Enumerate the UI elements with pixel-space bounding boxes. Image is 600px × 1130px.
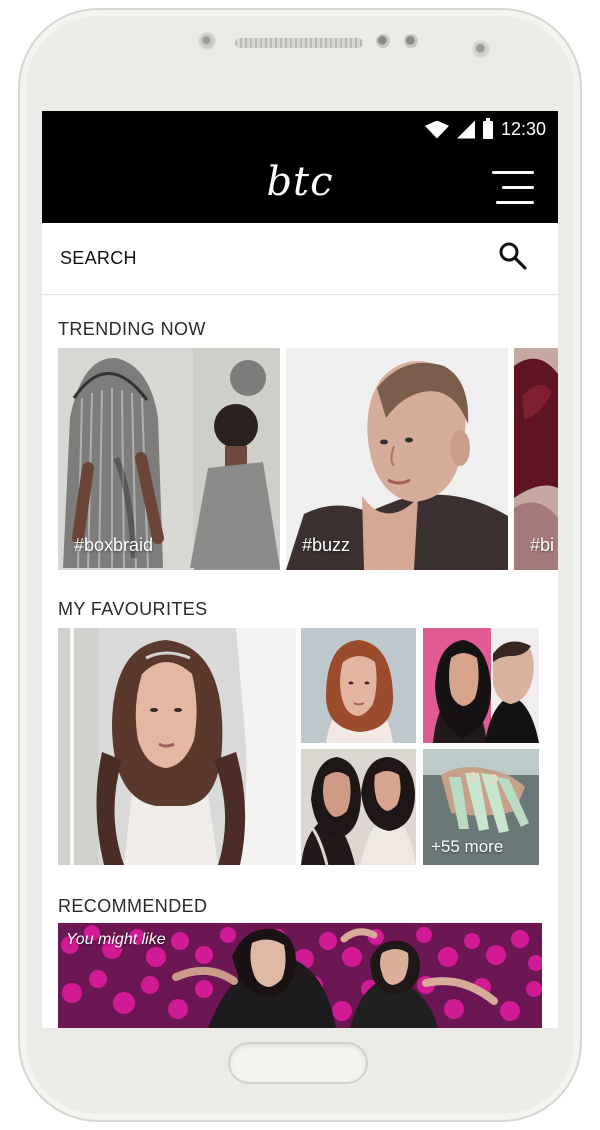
- favourite-image-3: [301, 749, 416, 865]
- menu-line-bottom: [496, 201, 534, 204]
- status-bar: 12:30: [424, 117, 546, 140]
- favourites-heading: MY FAVOURITES: [58, 599, 208, 619]
- recommended-banner-label: You might like: [66, 931, 166, 948]
- favourite-image-1: [301, 628, 416, 743]
- speaker-grille: [235, 38, 363, 48]
- search-icon[interactable]: [498, 241, 528, 271]
- more-favourites-label: +55 more: [431, 837, 504, 856]
- favourite-card-2[interactable]: [423, 628, 539, 743]
- recommended-card[interactable]: You might like: [58, 923, 542, 1028]
- favourite-card-3[interactable]: [301, 749, 416, 865]
- home-button[interactable]: [228, 1042, 368, 1084]
- sensor-icon: [198, 32, 216, 50]
- search-label: SEARCH: [60, 248, 137, 268]
- favourite-main-card[interactable]: [58, 628, 296, 865]
- app-screen: 12:30 btc SEARCH TRENDING NOW #boxbraid …: [42, 111, 558, 1028]
- recommended-heading: RECOMMENDED: [58, 896, 208, 916]
- trending-heading: TRENDING NOW: [58, 319, 206, 339]
- trending-card-partial[interactable]: #bi: [514, 348, 558, 570]
- menu-line-top: [492, 171, 534, 174]
- favourite-card-1[interactable]: [301, 628, 416, 743]
- proximity-sensor-icon: [404, 34, 418, 48]
- camera-sensor-icon: [376, 34, 390, 48]
- menu-line-middle: [502, 186, 534, 189]
- favourite-main-image: [58, 628, 296, 865]
- front-camera-icon: [472, 40, 490, 58]
- app-header: 12:30 btc: [42, 111, 558, 223]
- search-bar[interactable]: SEARCH: [42, 223, 558, 295]
- wifi-icon: [424, 120, 449, 139]
- favourite-image-2: [423, 628, 539, 743]
- menu-icon[interactable]: [492, 171, 538, 205]
- trending-tag: #boxbraid: [74, 535, 154, 555]
- trending-tag: #bi: [530, 535, 555, 555]
- favourite-card-4[interactable]: +55 more: [423, 749, 539, 865]
- battery-icon: [482, 117, 493, 139]
- signal-icon: [456, 120, 475, 139]
- app-logo: btc: [266, 159, 334, 205]
- trending-tag: #buzz: [302, 535, 351, 555]
- status-time: 12:30: [500, 119, 546, 139]
- trending-card-buzz[interactable]: #buzz: [286, 348, 508, 570]
- trending-card-boxbraid[interactable]: #boxbraid: [58, 348, 280, 570]
